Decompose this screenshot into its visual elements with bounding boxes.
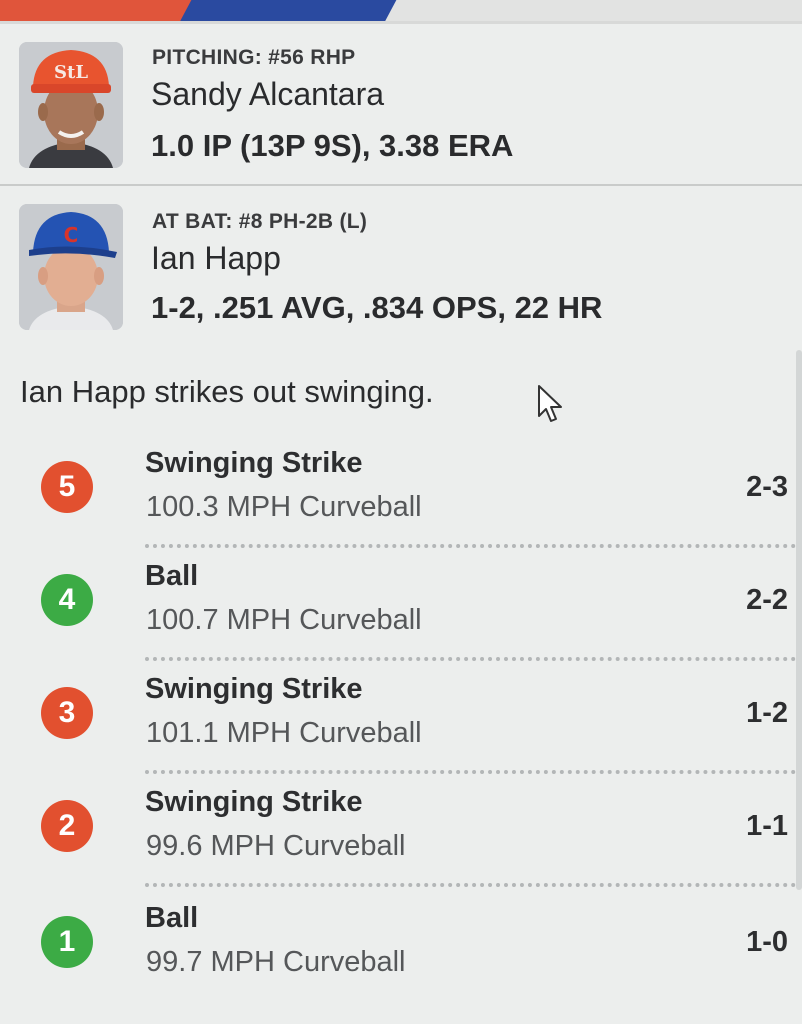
pitch-count: 2-3 (746, 471, 788, 503)
pitch-result: Swinging Strike (145, 786, 363, 818)
pitcher-name[interactable]: Sandy Alcantara (151, 76, 384, 113)
batter-stats: 1-2, .251 AVG, .834 OPS, 22 HR (151, 290, 603, 325)
pitcher-stats: 1.0 IP (13P 9S), 3.38 ERA (151, 128, 514, 163)
pitch-count: 1-2 (746, 697, 788, 729)
pitch-detail: 101.1 MPH Curveball (146, 717, 422, 749)
pitch-detail: 99.6 MPH Curveball (146, 830, 406, 862)
scrollbar[interactable] (796, 350, 802, 890)
pitch-number-badge: 2 (41, 800, 93, 852)
top-color-bar (0, 0, 802, 24)
pitch-row[interactable]: 1 Ball 99.7 MPH Curveball 1-0 (0, 890, 796, 1003)
pitch-detail: 100.3 MPH Curveball (146, 491, 422, 523)
pitch-count: 1-1 (746, 810, 788, 842)
batter-card: C AT BAT: #8 PH-2B (L) Ian Happ 1-2, .25… (0, 190, 802, 340)
pitch-row[interactable]: 3 Swinging Strike 101.1 MPH Curveball 1-… (0, 661, 796, 774)
row-divider (145, 883, 796, 887)
pitch-row[interactable]: 5 Swinging Strike 100.3 MPH Curveball 2-… (0, 435, 796, 548)
mouse-pointer-icon (538, 385, 562, 422)
pitch-count: 2-2 (746, 584, 788, 616)
pitch-detail: 100.7 MPH Curveball (146, 604, 422, 636)
pitch-row[interactable]: 4 Ball 100.7 MPH Curveball 2-2 (0, 548, 796, 661)
batter-label: AT BAT: #8 PH-2B (L) (152, 210, 368, 233)
play-result-text: Ian Happ strikes out swinging. (20, 374, 434, 409)
pitch-number-badge: 3 (41, 687, 93, 739)
pitcher-headshot[interactable]: StL (19, 42, 123, 168)
pitch-detail: 99.7 MPH Curveball (146, 946, 406, 978)
svg-text:C: C (64, 223, 79, 247)
pitcher-card: StL PITCHING: #56 RHP Sandy Alcantara 1.… (0, 24, 802, 186)
pitch-row[interactable]: 2 Swinging Strike 99.6 MPH Curveball 1-1 (0, 774, 796, 887)
pitch-number-badge: 4 (41, 574, 93, 626)
pitch-count: 1-0 (746, 926, 788, 958)
pitch-number-badge: 5 (41, 461, 93, 513)
pitch-number-badge: 1 (41, 916, 93, 968)
pitcher-label: PITCHING: #56 RHP (152, 46, 356, 69)
batter-name[interactable]: Ian Happ (151, 240, 281, 277)
pitch-result: Swinging Strike (145, 673, 363, 705)
batter-headshot[interactable]: C (19, 204, 123, 330)
pitch-result: Swinging Strike (145, 447, 363, 479)
pitch-result: Ball (145, 560, 199, 592)
svg-text:StL: StL (54, 62, 88, 83)
pitch-result: Ball (145, 902, 199, 934)
